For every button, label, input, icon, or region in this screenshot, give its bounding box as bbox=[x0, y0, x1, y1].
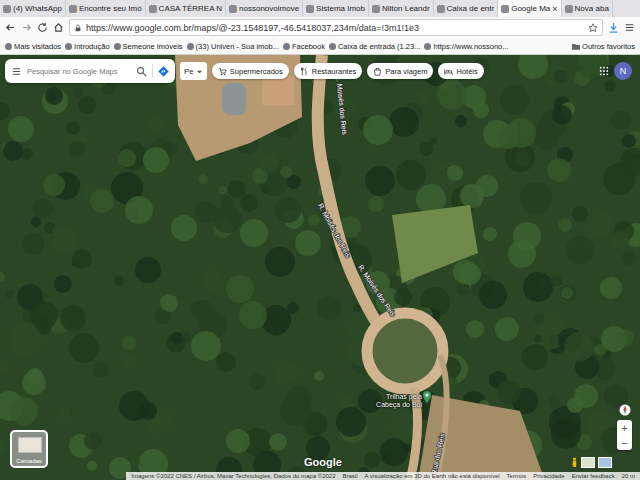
bookmark-icon bbox=[424, 43, 431, 50]
map-controls: +− bbox=[617, 404, 632, 450]
favicon-icon bbox=[306, 5, 314, 13]
category-chip[interactable]: Restaurantes bbox=[294, 63, 363, 79]
category-chip[interactable]: Para viagem bbox=[367, 63, 433, 79]
category-icon bbox=[218, 67, 227, 76]
footer-item[interactable]: Enviar feedback bbox=[572, 473, 615, 479]
star-icon[interactable] bbox=[588, 23, 598, 33]
category-icon bbox=[300, 67, 309, 76]
zoom-in-button[interactable]: + bbox=[617, 420, 632, 435]
google-logo: Google bbox=[304, 456, 342, 468]
bookmark[interactable]: (33) Univen - Sua imob... bbox=[185, 42, 281, 51]
map-thumbnail[interactable] bbox=[598, 457, 612, 468]
map-footer: Imagens ©2022 CNES / Airbus, Maxar Techn… bbox=[126, 472, 640, 480]
bookmark[interactable]: Semeone Imóveis bbox=[112, 42, 185, 51]
layers-button[interactable]: Camadas bbox=[10, 430, 48, 468]
account-avatar[interactable]: N bbox=[614, 62, 632, 80]
browser-tab[interactable]: Encontre seu Imó bbox=[66, 0, 146, 17]
pegman-icon[interactable] bbox=[571, 457, 578, 468]
zoom-out-button[interactable]: − bbox=[617, 435, 632, 450]
other-bookmarks[interactable]: Outros favoritos bbox=[570, 42, 637, 51]
browser-tab[interactable]: CASA TÉRREA N bbox=[146, 0, 226, 17]
download-icon[interactable] bbox=[608, 22, 619, 33]
footer-item[interactable]: Termos bbox=[507, 473, 527, 479]
satellite-imagery: R. Moisés dos ReisR. Moisés dos ReisR. M… bbox=[0, 55, 640, 480]
bookmark-icon bbox=[114, 43, 121, 50]
bookmark[interactable]: https://www.nossono... bbox=[422, 42, 510, 51]
search-icon[interactable] bbox=[136, 66, 147, 77]
lock-icon bbox=[74, 24, 82, 32]
bookmark-icon bbox=[187, 43, 194, 50]
favicon-icon bbox=[501, 5, 509, 13]
map-thumbnail[interactable] bbox=[581, 457, 595, 468]
bookmark[interactable]: Facebook bbox=[281, 42, 327, 51]
category-chip[interactable]: Hotéis bbox=[438, 63, 483, 79]
category-icon bbox=[444, 67, 453, 76]
footer-item[interactable]: Imagens ©2022 CNES / Airbus, Maxar Techn… bbox=[131, 473, 335, 479]
footer-item[interactable]: Brasil bbox=[342, 473, 357, 479]
browser-tab[interactable]: (4) WhatsApp bbox=[0, 0, 66, 17]
place-pin-icon[interactable] bbox=[422, 391, 432, 404]
folder-icon bbox=[572, 43, 580, 50]
road-label: R. Moisés dos Reis bbox=[317, 202, 352, 259]
bookmark-icon bbox=[283, 43, 290, 50]
footer-item[interactable]: Privacidade bbox=[533, 473, 564, 479]
browser-tab[interactable]: Nilton Leandr bbox=[369, 0, 434, 17]
compass-icon[interactable] bbox=[619, 404, 631, 416]
directions-icon[interactable] bbox=[158, 66, 169, 77]
place-label[interactable]: Trilhas pela Cabeça do Boi bbox=[370, 393, 422, 409]
footer-item[interactable]: A visualização em 3D do Earth não está d… bbox=[365, 473, 500, 479]
browser-tab[interactable]: Caixa de entr bbox=[434, 0, 499, 17]
bookmark-icon bbox=[5, 43, 12, 50]
browser-tab[interactable]: Google Ma× bbox=[498, 0, 561, 17]
tab-bar: (4) WhatsAppEncontre seu ImóCASA TÉRREA … bbox=[0, 0, 640, 17]
bookmark[interactable]: Introdução bbox=[63, 42, 111, 51]
footer-item[interactable]: 20 m bbox=[622, 473, 635, 479]
bookmark[interactable]: Caixa de entrada (1.23... bbox=[327, 42, 423, 51]
apps-grid-icon[interactable] bbox=[599, 66, 609, 76]
back-arrow-icon[interactable] bbox=[5, 22, 16, 33]
map-top-bar: Pesquisar no Google Maps Pe Supermercados R… bbox=[5, 59, 632, 83]
road-label: R. Moisés dos Reis bbox=[357, 264, 397, 318]
bookmarks-bar: Mais visitadosIntroduçãoSemeone Imóveis(… bbox=[0, 38, 640, 55]
hamburger-icon[interactable] bbox=[11, 66, 22, 77]
favicon-icon bbox=[565, 5, 573, 13]
home-icon[interactable] bbox=[53, 22, 64, 33]
favicon-icon bbox=[149, 5, 157, 13]
caret-icon bbox=[196, 68, 203, 75]
favicon-icon bbox=[69, 5, 77, 13]
layers-thumbnail bbox=[18, 437, 42, 453]
bookmark-icon bbox=[329, 43, 336, 50]
favicon-icon bbox=[229, 5, 237, 13]
menu-icon[interactable] bbox=[624, 22, 635, 33]
category-chip[interactable]: Supermercados bbox=[212, 63, 289, 79]
zoom-control: +− bbox=[617, 420, 632, 450]
browser-tab[interactable]: Sistema Imob bbox=[303, 0, 369, 17]
category-icon bbox=[373, 67, 382, 76]
browser-window: (4) WhatsAppEncontre seu ImóCASA TÉRREA … bbox=[0, 0, 640, 480]
browser-tab[interactable]: Nova aba bbox=[562, 0, 613, 17]
mode-select[interactable]: Pe bbox=[180, 62, 207, 80]
forward-arrow-icon[interactable] bbox=[21, 22, 32, 33]
bookmark-icon bbox=[65, 43, 72, 50]
url-field[interactable]: https://www.google.com.br/maps/@-23.1548… bbox=[69, 19, 603, 36]
tab-close-button[interactable]: × bbox=[552, 4, 557, 14]
map-view[interactable]: R. Moisés dos ReisR. Moisés dos ReisR. M… bbox=[0, 55, 640, 480]
browser-tab[interactable]: nossonovoimove bbox=[226, 0, 303, 17]
favicon-icon bbox=[437, 5, 445, 13]
bookmark[interactable]: Mais visitados bbox=[3, 42, 63, 51]
reload-icon[interactable] bbox=[37, 22, 48, 33]
bottom-tools bbox=[571, 457, 612, 468]
search-box[interactable]: Pesquisar no Google Maps bbox=[5, 59, 175, 83]
road-label: Rua dos Reis bbox=[430, 432, 446, 475]
navigation-bar: https://www.google.com.br/maps/@-23.1548… bbox=[0, 17, 640, 38]
road-label: R. Moisés dos Reis bbox=[335, 74, 348, 135]
favicon-icon bbox=[3, 5, 11, 13]
favicon-icon bbox=[372, 5, 380, 13]
